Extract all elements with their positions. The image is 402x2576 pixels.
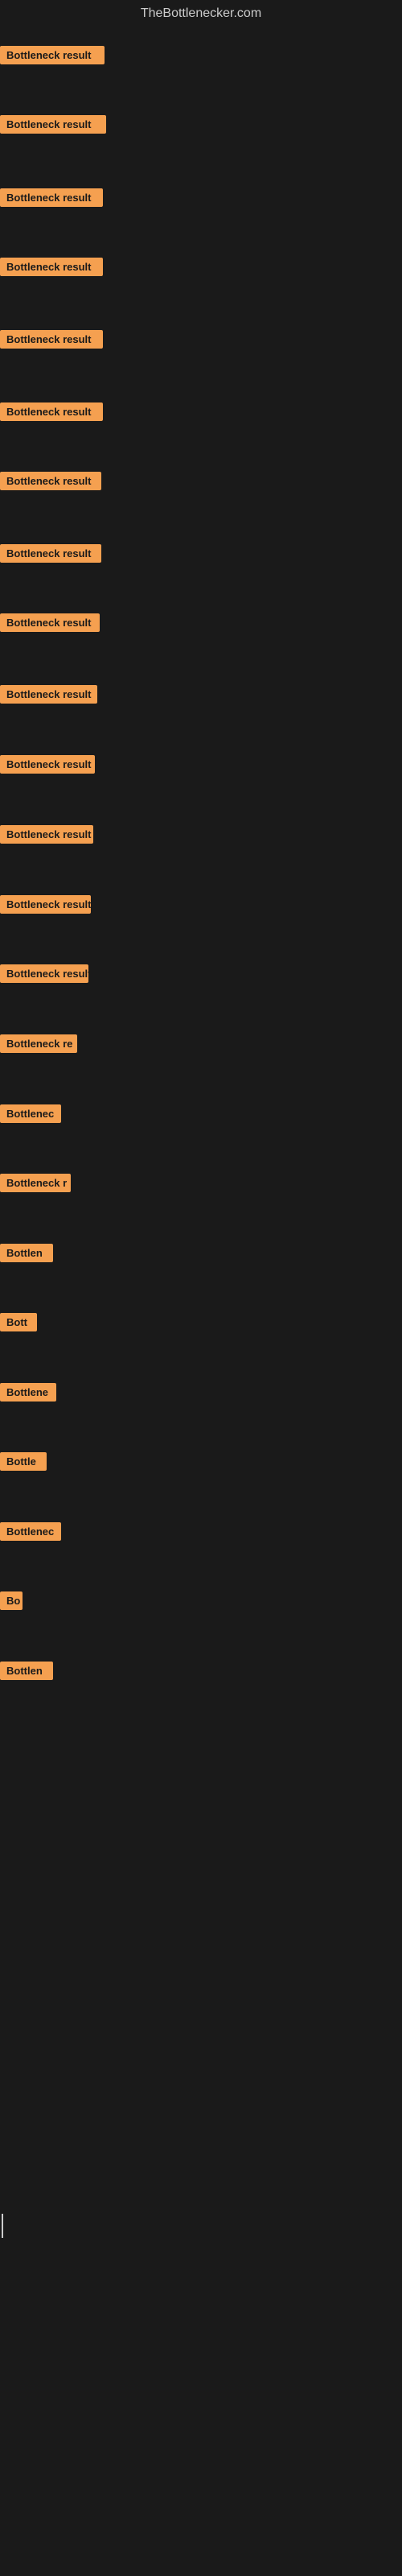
bottleneck-result-item[interactable]: Bottlen [0, 1662, 53, 1680]
bottleneck-result-item[interactable]: Bottleneck result [0, 402, 103, 421]
bottleneck-result-item[interactable]: Bottleneck result [0, 258, 103, 276]
bottleneck-result-item[interactable]: Bottleneck re [0, 1034, 77, 1053]
bottleneck-result-item[interactable]: Bottleneck result [0, 544, 101, 563]
bottleneck-result-item[interactable]: Bottleneck result [0, 964, 88, 983]
bottleneck-result-item[interactable]: Bottleneck result [0, 685, 97, 704]
bottleneck-result-item[interactable]: Bottleneck result [0, 46, 105, 64]
bottleneck-result-item[interactable]: Bottlenec [0, 1104, 61, 1123]
bottleneck-result-item[interactable]: Bottleneck result [0, 755, 95, 774]
bottleneck-result-item[interactable]: Bottlene [0, 1383, 56, 1402]
bottleneck-result-item[interactable]: Bott [0, 1313, 37, 1331]
bottleneck-result-item[interactable]: Bo [0, 1591, 23, 1610]
bottleneck-result-item[interactable]: Bottleneck result [0, 115, 106, 134]
bottleneck-result-item[interactable]: Bottle [0, 1452, 47, 1471]
bottleneck-result-item[interactable]: Bottleneck result [0, 188, 103, 207]
bottleneck-result-item[interactable]: Bottleneck result [0, 825, 93, 844]
bottleneck-result-item[interactable]: Bottlenec [0, 1522, 61, 1541]
bottleneck-result-item[interactable]: Bottlen [0, 1244, 53, 1262]
cursor-line [2, 2214, 3, 2238]
bottleneck-result-item[interactable]: Bottleneck result [0, 330, 103, 349]
bottleneck-result-item[interactable]: Bottleneck result [0, 895, 91, 914]
site-title: TheBottlenecker.com [0, 0, 402, 27]
bottleneck-result-item[interactable]: Bottleneck r [0, 1174, 71, 1192]
bottleneck-result-item[interactable]: Bottleneck result [0, 613, 100, 632]
bottleneck-result-item[interactable]: Bottleneck result [0, 472, 101, 490]
